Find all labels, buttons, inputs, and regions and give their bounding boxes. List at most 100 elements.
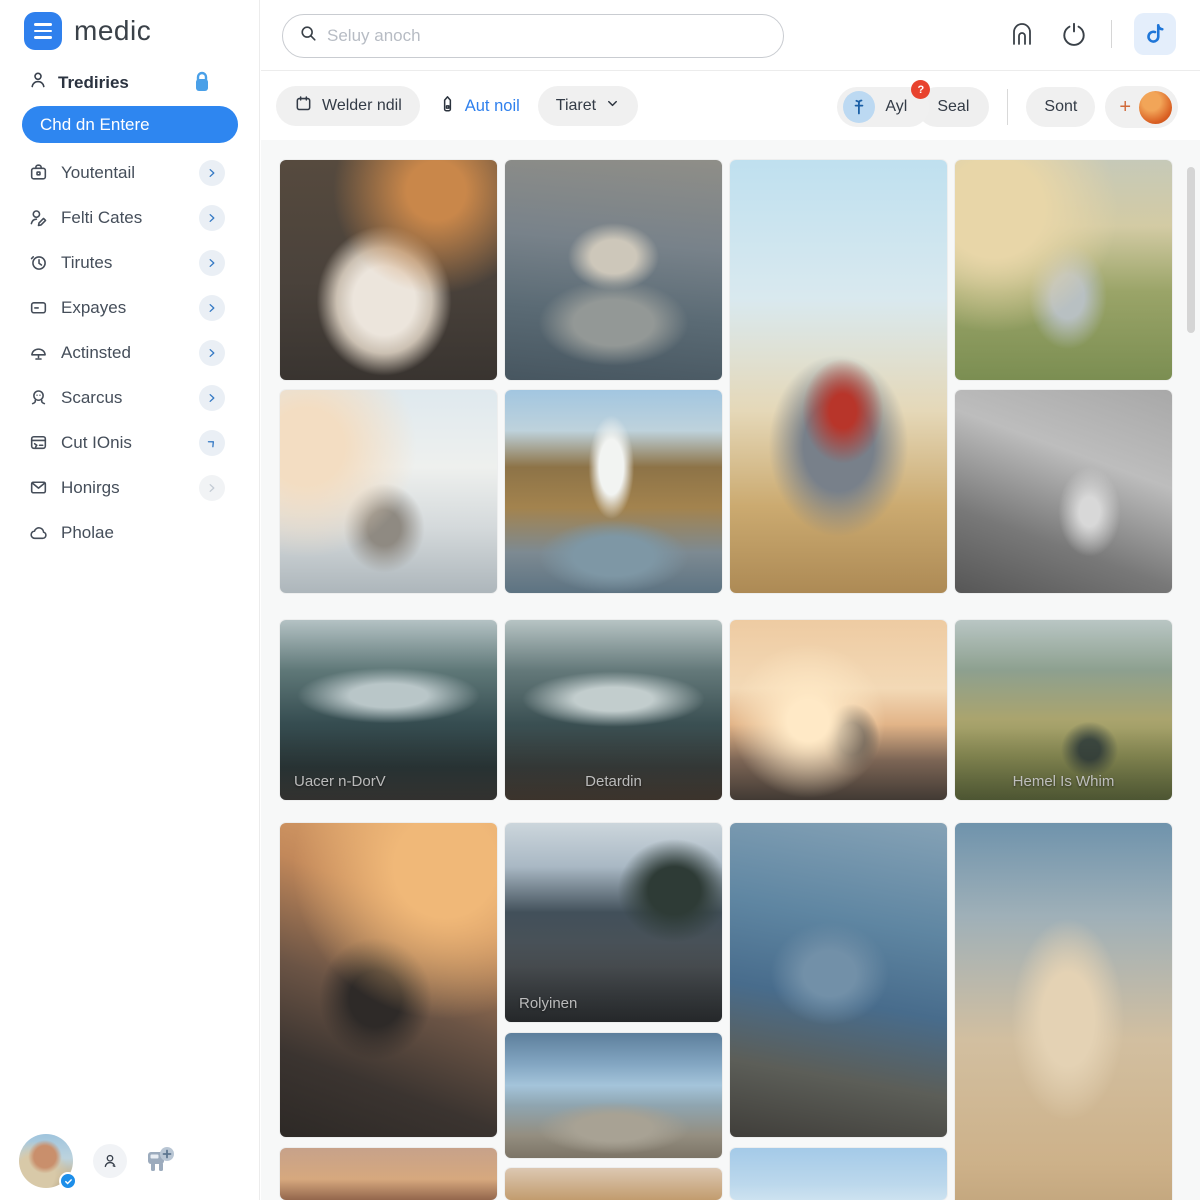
photo-road-photographer[interactable]: Rolyinen xyxy=(505,823,722,1022)
app-window: medic Trediries Chd dn Entere xyxy=(0,0,1200,1200)
person-chat-icon xyxy=(28,387,49,408)
tag-icon xyxy=(438,93,457,119)
photo-blue-sky[interactable] xyxy=(730,1148,947,1200)
sidebar-item-label: Honirgs xyxy=(61,478,120,498)
sidebar-item-felti-cates[interactable]: Felti Cates xyxy=(0,195,260,240)
toggle-seal-label: Seal xyxy=(937,98,969,116)
photo-label: Rolyinen xyxy=(505,995,722,1012)
tag-filter-button[interactable]: Aut noil xyxy=(438,93,520,119)
chevron-right-icon[interactable] xyxy=(199,160,225,186)
clock-icon xyxy=(28,252,49,273)
card-icon xyxy=(28,297,49,318)
sidebar-item-cut-ionis[interactable]: Cut IOnis xyxy=(0,420,260,465)
photo-golden-dog[interactable] xyxy=(955,823,1172,1200)
account-button[interactable] xyxy=(93,1144,127,1178)
search-box[interactable] xyxy=(282,14,784,58)
app-logo-button[interactable] xyxy=(1134,13,1176,55)
sidebar-item-actinsted[interactable]: Actinsted xyxy=(0,330,260,375)
photo-woman-sunset-rocks[interactable] xyxy=(280,823,497,1137)
filterbar-divider xyxy=(1007,89,1008,125)
photo-woman-sitting-field[interactable] xyxy=(955,160,1172,380)
person-edit-icon xyxy=(28,207,49,228)
sidebar-profile-row[interactable]: Trediries xyxy=(28,70,232,95)
filter-bar: Welder ndil Aut noil Tiaret xyxy=(261,72,1200,140)
photo-misty-mountains-2[interactable]: Detardin xyxy=(505,620,722,800)
photo-label: Uacer n-DorV xyxy=(280,773,497,790)
person-icon xyxy=(28,70,48,95)
card-note-icon xyxy=(28,432,49,453)
sidebar-item-label: Pholae xyxy=(61,523,114,543)
chevron-right-icon[interactable] xyxy=(199,205,225,231)
photo-valley-walker[interactable]: Hemel Is Whim xyxy=(955,620,1172,800)
scrollbar-thumb[interactable] xyxy=(1187,167,1195,333)
photo-sunset-watcher[interactable] xyxy=(730,620,947,800)
add-person-button[interactable]: + xyxy=(1105,86,1178,128)
photo-waterfall-valley[interactable] xyxy=(505,390,722,593)
sidebar-item-active[interactable]: Chd dn Entere xyxy=(22,106,238,143)
chevron-right-icon[interactable] xyxy=(199,340,225,366)
photo-white-cat[interactable] xyxy=(280,160,497,380)
date-filter-button[interactable]: Welder ndil xyxy=(276,86,420,126)
tag-filter-label: Aut noil xyxy=(465,97,520,116)
photo-label: Detardin xyxy=(505,773,722,790)
sidebar-item-label: Expayes xyxy=(61,298,126,318)
photo-cat-on-rock[interactable] xyxy=(505,160,722,380)
sidebar-menu: Youtentail Felti Cates Tir xyxy=(0,150,260,555)
member-avatar xyxy=(1139,91,1172,124)
photo-hiker-in-fog[interactable] xyxy=(280,390,497,593)
photo-bw-dry-trees[interactable] xyxy=(955,390,1172,593)
photo-label: Hemel Is Whim xyxy=(955,773,1172,790)
flag-icon xyxy=(843,91,875,123)
photo-woman-by-sea[interactable] xyxy=(730,823,947,1137)
chevron-right-icon[interactable] xyxy=(199,295,225,321)
search-icon xyxy=(299,24,318,48)
photo-misty-mountains-1[interactable]: Uacer n-DorV xyxy=(280,620,497,800)
photo-lake-rocks[interactable] xyxy=(505,1033,722,1158)
bookmark-arch-icon[interactable] xyxy=(1007,19,1037,49)
sidebar-footer xyxy=(0,1130,260,1200)
date-filter-label: Welder ndil xyxy=(322,97,402,115)
dropdown-filter-button[interactable]: Tiaret xyxy=(538,86,638,126)
sidebar-item-tirutes[interactable]: Tirutes xyxy=(0,240,260,285)
power-icon[interactable] xyxy=(1059,19,1089,49)
search-input[interactable] xyxy=(327,26,727,46)
photo-gallery: Uacer n-DorV Detardin Hemel Is Whim Roly… xyxy=(261,140,1200,1200)
cloud-icon xyxy=(28,522,49,543)
sidebar-item-label: Felti Cates xyxy=(61,208,142,228)
photo-face-closeup[interactable] xyxy=(280,1148,497,1200)
sidebar-item-pholae[interactable]: Pholae xyxy=(0,510,260,555)
camera-bot-icon[interactable] xyxy=(142,1144,178,1178)
brand-logo: medic xyxy=(24,12,151,50)
chevron-right-icon[interactable] xyxy=(199,250,225,276)
view-toggle: Ayl ? Seal xyxy=(837,87,989,127)
sidebar-item-label: Cut IOnis xyxy=(61,433,132,453)
sidebar-active-label: Chd dn Entere xyxy=(40,115,150,135)
brand-name: medic xyxy=(74,15,151,47)
chevron-down-icon xyxy=(605,96,620,116)
topbar-divider xyxy=(1111,20,1112,48)
chevron-right-icon[interactable] xyxy=(199,430,225,456)
sidebar-item-label: Actinsted xyxy=(61,343,131,363)
sidebar-item-scarcus[interactable]: Scarcus xyxy=(0,375,260,420)
sort-label: Sont xyxy=(1044,98,1077,116)
sidebar-item-expayes[interactable]: Expayes xyxy=(0,285,260,330)
briefcase-icon xyxy=(28,162,49,183)
calendar-icon xyxy=(294,94,313,118)
sidebar-item-honirgs[interactable]: Honirgs xyxy=(0,465,260,510)
sidebar-item-youtentail[interactable]: Youtentail xyxy=(0,150,260,195)
sidebar-item-label: Youtentail xyxy=(61,163,135,183)
plus-icon: + xyxy=(1119,96,1131,119)
menu-hamburger-button[interactable] xyxy=(24,12,62,50)
chevron-right-icon[interactable] xyxy=(199,385,225,411)
sidebar-item-label: Tirutes xyxy=(61,253,112,273)
profile-label: Trediries xyxy=(58,73,129,93)
photo-warm-mountains[interactable] xyxy=(505,1168,722,1200)
announce-icon xyxy=(28,342,49,363)
sidebar: medic Trediries Chd dn Entere xyxy=(0,0,260,1200)
dropdown-filter-label: Tiaret xyxy=(556,97,596,115)
chevron-right-icon[interactable] xyxy=(199,475,225,501)
avatar-status-badge xyxy=(59,1172,77,1190)
sidebar-item-label: Scarcus xyxy=(61,388,122,408)
sort-button[interactable]: Sont xyxy=(1026,87,1095,127)
photo-woman-hat-field[interactable] xyxy=(730,160,947,593)
